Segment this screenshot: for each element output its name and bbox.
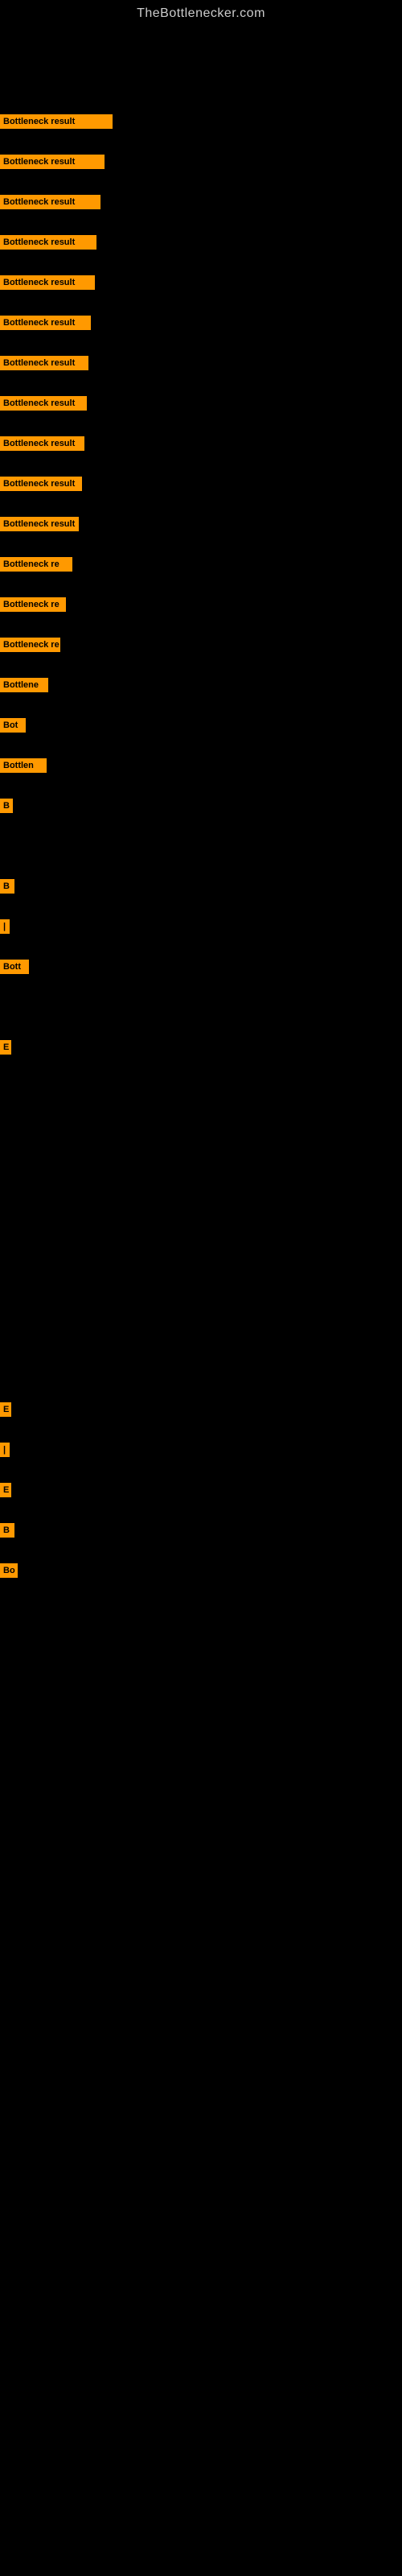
bottleneck-bar-2: Bottleneck result (0, 195, 100, 209)
bottleneck-bar-10: Bottleneck result (0, 517, 79, 531)
bottleneck-bar-14: Bottlene (0, 678, 48, 692)
bottleneck-bar-22: E (0, 1402, 11, 1417)
site-title: TheBottlenecker.com (0, 0, 402, 24)
bottleneck-bar-26: Bo (0, 1563, 18, 1578)
bottleneck-bar-19: | (0, 919, 10, 934)
bottleneck-bar-25: B (0, 1523, 14, 1538)
bottleneck-bar-9: Bottleneck result (0, 477, 82, 491)
bottleneck-bar-0: Bottleneck result (0, 114, 113, 129)
bottleneck-bar-3: Bottleneck result (0, 235, 96, 250)
bottleneck-bar-24: E (0, 1483, 11, 1497)
bottleneck-bar-5: Bottleneck result (0, 316, 91, 330)
bottleneck-bar-23: | (0, 1443, 10, 1457)
bottleneck-bar-16: Bottlen (0, 758, 47, 773)
bottleneck-bar-15: Bot (0, 718, 26, 733)
bottleneck-bar-21: E (0, 1040, 11, 1055)
bottleneck-bar-12: Bottleneck re (0, 597, 66, 612)
bottleneck-bar-11: Bottleneck re (0, 557, 72, 572)
bottleneck-bar-6: Bottleneck result (0, 356, 88, 370)
bottleneck-bar-20: Bott (0, 960, 29, 974)
bottleneck-bar-4: Bottleneck result (0, 275, 95, 290)
bottleneck-bar-8: Bottleneck result (0, 436, 84, 451)
bottleneck-bar-18: B (0, 879, 14, 894)
bottleneck-bar-13: Bottleneck re (0, 638, 60, 652)
bottleneck-bar-17: B (0, 799, 13, 813)
bottleneck-bar-1: Bottleneck result (0, 155, 105, 169)
bottleneck-bar-7: Bottleneck result (0, 396, 87, 411)
